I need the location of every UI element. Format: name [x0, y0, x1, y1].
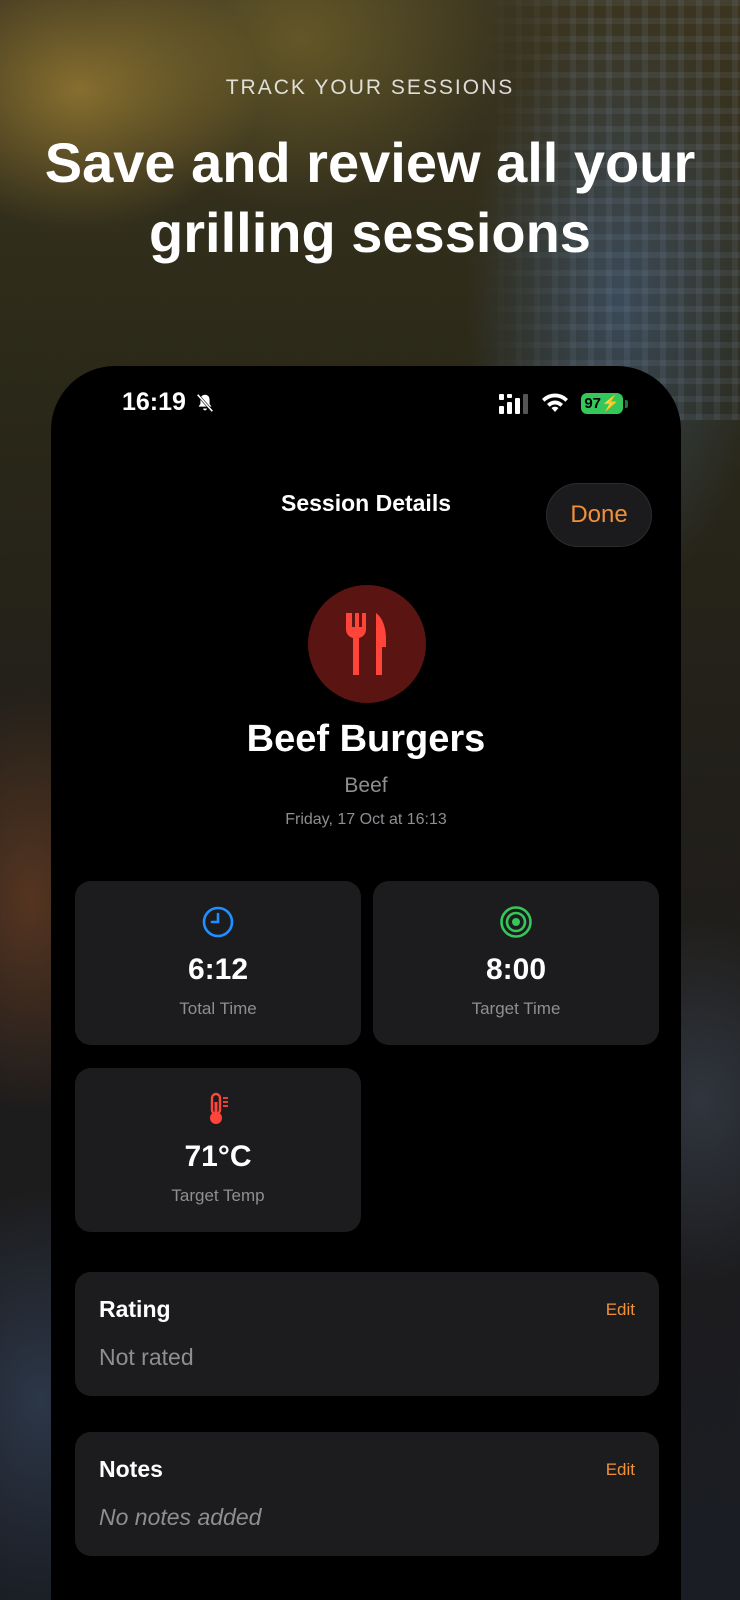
rating-section: Rating Edit Not rated: [75, 1272, 659, 1396]
stat-value: 6:12: [187, 953, 249, 986]
session-datetime: Friday, 17 Oct at 16:13: [285, 811, 447, 828]
battery-nub: [625, 400, 628, 408]
phone-frame: 16:19 97⚡ Session Details Done Beef Burg…: [51, 366, 681, 1600]
notes-title: Notes: [99, 1456, 163, 1482]
notes-section: Notes Edit No notes added: [75, 1432, 659, 1556]
stat-label: Target Temp: [171, 1186, 265, 1205]
rating-value: Not rated: [99, 1344, 194, 1370]
eyebrow-text: TRACK YOUR SESSIONS: [225, 76, 515, 99]
thermometer-icon: [210, 1092, 228, 1124]
rating-edit-button[interactable]: Edit: [606, 1300, 635, 1320]
target-icon: [500, 906, 532, 938]
battery-level: 97: [584, 395, 601, 412]
stat-value: 71°C: [184, 1140, 252, 1173]
stat-card-target-temp: 71°C Target Temp: [75, 1068, 361, 1232]
cellular-signal-icon: [499, 394, 528, 414]
status-time: 16:19: [122, 388, 186, 416]
stat-value: 8:00: [485, 953, 547, 986]
session-category: Beef: [344, 774, 388, 797]
session-name: Beef Burgers: [246, 718, 486, 760]
notes-edit-button[interactable]: Edit: [606, 1460, 635, 1480]
stat-card-total-time: 6:12 Total Time: [75, 881, 361, 1045]
rating-title: Rating: [99, 1296, 171, 1322]
clock-icon: [202, 906, 234, 938]
battery-indicator: 97⚡: [581, 393, 623, 414]
stat-card-target-time: 8:00 Target Time: [373, 881, 659, 1045]
headline: Save and review all your grilling sessio…: [44, 131, 696, 264]
stat-label: Target Time: [471, 999, 561, 1018]
notes-value: No notes added: [99, 1504, 262, 1530]
stat-label: Total Time: [179, 999, 257, 1018]
wifi-icon: [542, 393, 568, 412]
bell-muted-icon: [196, 393, 214, 413]
fork-knife-icon: [346, 613, 386, 675]
session-icon-badge: [308, 585, 426, 703]
done-button[interactable]: Done: [546, 483, 652, 547]
status-bar: 16:19 97⚡: [51, 366, 681, 456]
